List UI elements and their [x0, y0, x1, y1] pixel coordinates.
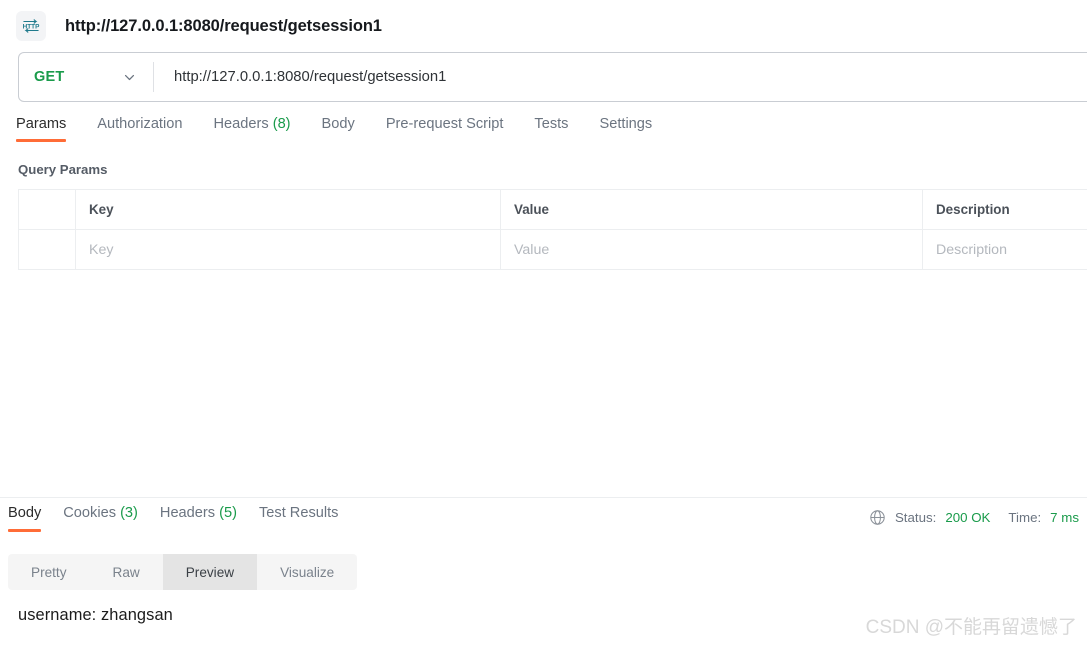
- response-body-text: username: zhangsan: [18, 606, 173, 624]
- tab-authorization[interactable]: Authorization: [97, 116, 182, 142]
- response-header: Body Cookies (3) Headers (5) Test Result…: [0, 505, 1087, 543]
- response-meta: Status: 200 OK Time: 7 ms: [869, 505, 1079, 526]
- status-badge: 200 OK: [945, 510, 991, 525]
- row-key-cell[interactable]: Key: [75, 229, 501, 270]
- response-tab-test-results[interactable]: Test Results: [259, 505, 338, 532]
- request-bar: GET: [18, 52, 1087, 102]
- request-title-bar: HTTP http://127.0.0.1:8080/request/getse…: [0, 0, 1087, 52]
- tab-params[interactable]: Params: [16, 116, 67, 142]
- row-value-cell[interactable]: Value: [500, 229, 923, 270]
- response-tab-cookies-count: (3): [120, 505, 138, 521]
- response-tab-bar: Body Cookies (3) Headers (5) Test Result…: [8, 505, 360, 532]
- view-mode-pretty[interactable]: Pretty: [8, 554, 90, 590]
- response-tab-test-results-label: Test Results: [258, 505, 339, 521]
- row-checkbox-cell[interactable]: [18, 229, 76, 270]
- view-mode-raw[interactable]: Raw: [90, 554, 163, 590]
- method-label: GET: [34, 69, 65, 85]
- tab-headers[interactable]: Headers (8): [213, 116, 290, 142]
- response-tab-body-label: Body: [8, 505, 42, 521]
- chevron-down-icon: [123, 71, 136, 84]
- tab-pre-request-script[interactable]: Pre-request Script: [386, 116, 504, 142]
- tab-tests-label: Tests: [534, 116, 569, 132]
- view-mode-preview[interactable]: Preview: [162, 554, 258, 590]
- http-protocol-icon: HTTP: [16, 11, 46, 41]
- tab-headers-count: (8): [272, 116, 291, 132]
- view-mode-visualize[interactable]: Visualize: [257, 554, 357, 590]
- status-label: Status:: [894, 510, 937, 525]
- request-bar-container: GET: [0, 52, 1087, 102]
- column-header-key: Key: [75, 189, 501, 230]
- tab-settings-label: Settings: [599, 116, 653, 132]
- response-tab-headers[interactable]: Headers (5): [160, 505, 237, 532]
- globe-icon[interactable]: [869, 509, 886, 526]
- svg-text:HTTP: HTTP: [23, 24, 40, 31]
- method-selector[interactable]: GET: [19, 53, 153, 101]
- csdn-watermark: CSDN @不能再留遗憾了: [865, 617, 1077, 638]
- response-tab-cookies[interactable]: Cookies (3): [63, 505, 138, 532]
- url-input[interactable]: [154, 53, 1087, 101]
- tab-body[interactable]: Body: [322, 116, 355, 142]
- request-tab-bar: Params Authorization Headers (8) Body Pr…: [0, 116, 1087, 150]
- table-row: Key Value Description: [18, 229, 1087, 270]
- tab-tests[interactable]: Tests: [534, 116, 568, 142]
- response-tab-cookies-label: Cookies: [63, 505, 116, 521]
- tab-pre-request-script-label: Pre-request Script: [385, 116, 504, 132]
- tab-params-label: Params: [16, 116, 67, 132]
- query-params-title: Query Params: [18, 162, 108, 177]
- time-value: 7 ms: [1050, 510, 1079, 525]
- response-tab-headers-count: (5): [219, 505, 237, 521]
- response-tab-body[interactable]: Body: [8, 505, 42, 532]
- column-header-value: Value: [500, 189, 923, 230]
- response-tab-headers-label: Headers: [159, 505, 216, 521]
- column-header-description: Description: [922, 189, 1087, 230]
- query-params-table: Key Value Description Key Value Descript…: [18, 189, 1087, 270]
- row-description-cell[interactable]: Description: [922, 229, 1087, 270]
- page-title: http://127.0.0.1:8080/request/getsession…: [65, 16, 382, 35]
- tab-authorization-label: Authorization: [97, 116, 183, 132]
- tab-headers-label: Headers: [213, 116, 269, 132]
- tab-body-label: Body: [321, 116, 355, 132]
- table-header-row: Key Value Description: [18, 189, 1087, 230]
- tab-settings[interactable]: Settings: [599, 116, 652, 142]
- response-pane-divider: [0, 497, 1087, 498]
- column-header-checkbox: [18, 189, 76, 230]
- response-view-mode-group: Pretty Raw Preview Visualize: [8, 554, 358, 590]
- time-label: Time:: [1008, 510, 1042, 525]
